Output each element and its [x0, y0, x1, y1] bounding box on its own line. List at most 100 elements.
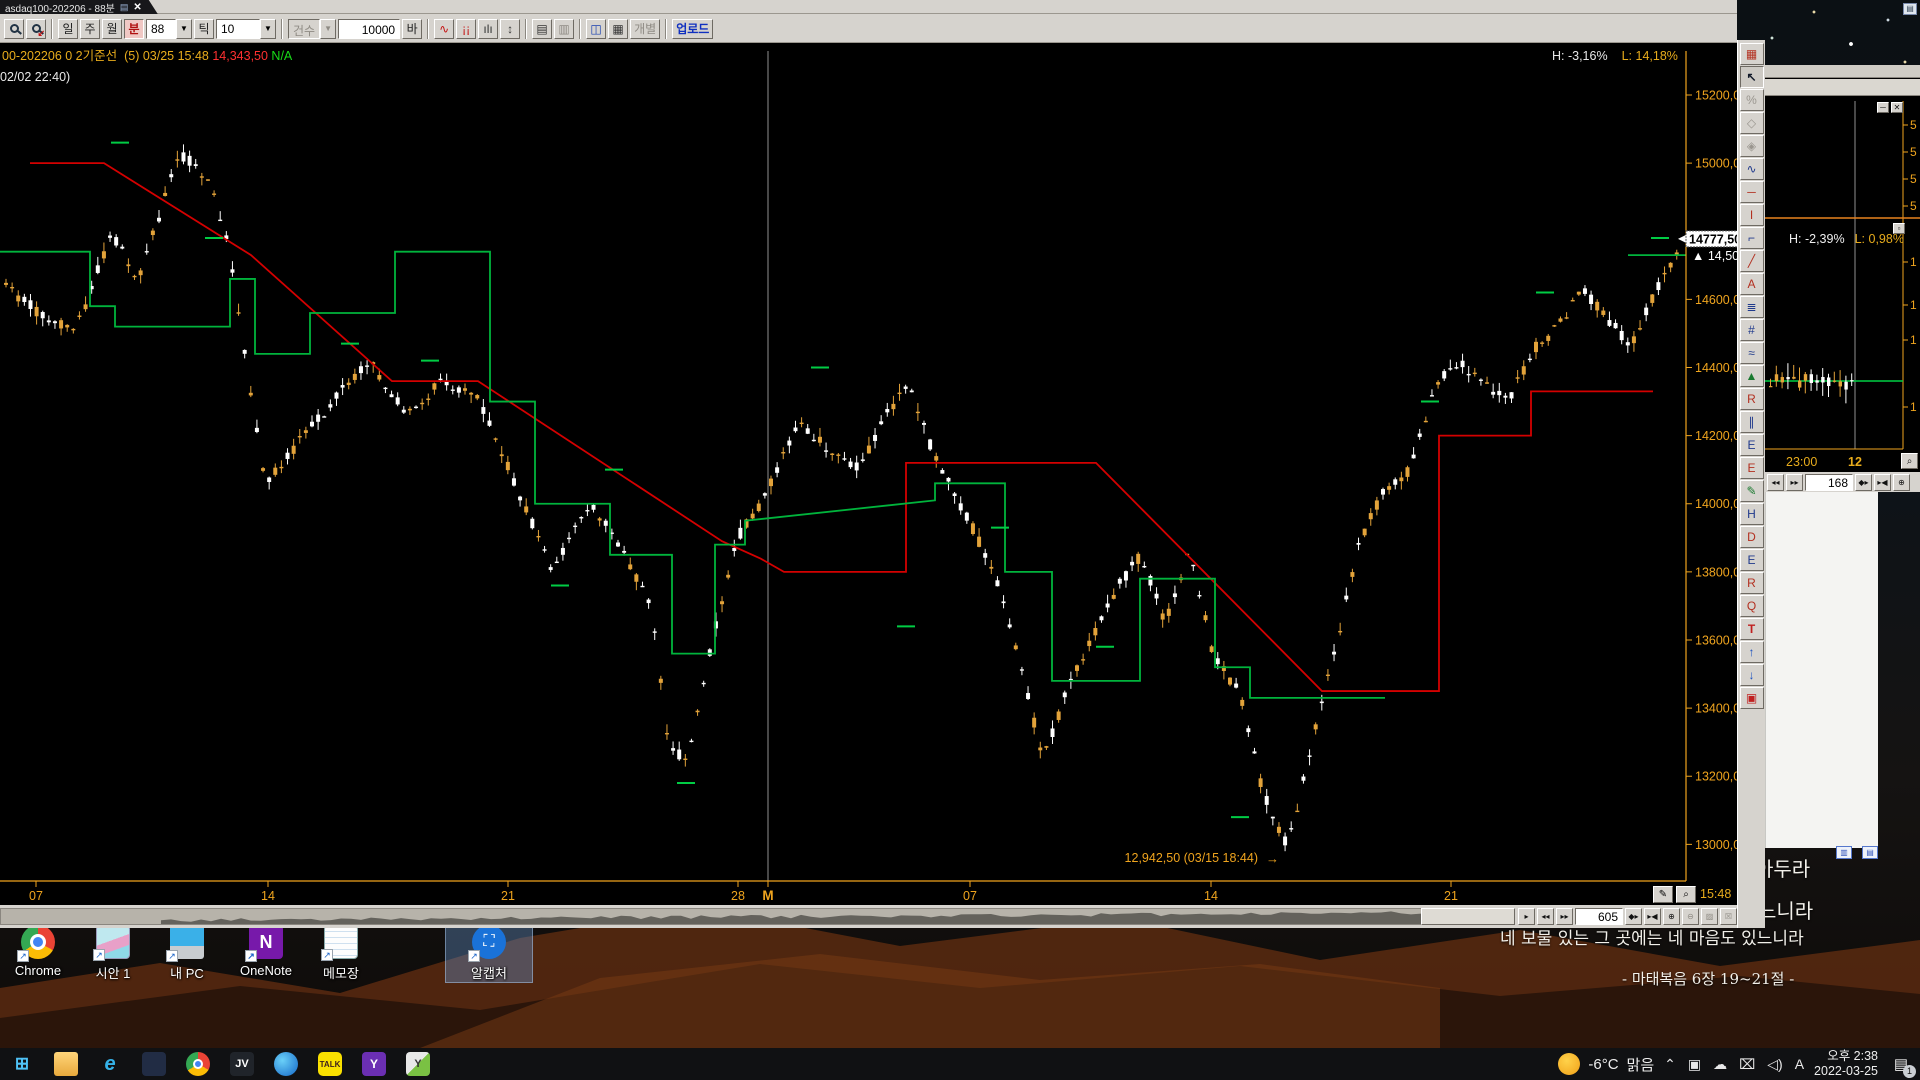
corner-panel-icon[interactable]: ▤ [1903, 3, 1917, 15]
desktop-icon-notepad[interactable]: ↗메모장 [298, 922, 384, 982]
period-value-combo[interactable]: 88 ▼ [146, 19, 192, 39]
mini-close-icon[interactable]: ✕ [1891, 102, 1903, 113]
grid-view-icon[interactable]: ▦ [608, 19, 628, 39]
period-day-button[interactable]: 일 [58, 19, 78, 39]
chrome-icon[interactable] [176, 1048, 220, 1080]
new-page-icon[interactable]: ▤ [532, 19, 552, 39]
arrow-up-icon[interactable]: ↑ [1740, 641, 1764, 663]
tray-chevron-icon[interactable]: ⌃ [1664, 1056, 1676, 1073]
taskbar-clock[interactable]: 오후 2:38 2022-03-25 [1814, 1049, 1878, 1079]
signal-chart-icon[interactable]: ¡¡ [456, 19, 476, 39]
scrollbar-thumb[interactable] [1421, 908, 1515, 925]
bar-count-icon[interactable]: # [1740, 319, 1764, 341]
cursor-icon[interactable]: ↖ [1740, 66, 1764, 88]
tab-close-icon[interactable]: ✕ [133, 2, 141, 13]
desktop-icon-onenote[interactable]: N↗OneNote [223, 922, 309, 978]
parallel-lines-icon[interactable]: ≣ [1740, 296, 1764, 318]
compare-candles-icon[interactable]: ▦ [1740, 43, 1764, 65]
candle-d-tool-icon[interactable]: D [1740, 526, 1764, 548]
chart-canvas[interactable]: 15200,0015000,0014600,0014400,0014200,00… [0, 43, 1737, 905]
tick-value-combo[interactable]: 10 ▼ [216, 19, 276, 39]
mini-minimize-icon[interactable]: ─ [1877, 102, 1889, 113]
mini-zoom-button[interactable]: ⌕ [1901, 453, 1918, 469]
mini-chart-canvas[interactable]: 55551111 ─ ✕ ▫ H: -2,39%L: 0,98% [1765, 97, 1920, 452]
compare-chart-icon[interactable]: ◫ [586, 19, 606, 39]
chevron-down-icon[interactable]: ▼ [176, 19, 192, 39]
tray-capture-icon[interactable]: ▣ [1688, 1056, 1701, 1073]
channel-tool-icon[interactable]: ∥ [1740, 411, 1764, 433]
panel-mini-icon-2[interactable]: ▤ [1862, 846, 1878, 859]
bar-button[interactable]: 바 [402, 19, 422, 39]
panel-mini-icon-1[interactable]: ▥ [1836, 846, 1852, 859]
period-month-button[interactable]: 월 [102, 19, 122, 39]
line-style-icon[interactable]: ∿ [434, 19, 454, 39]
period-week-button[interactable]: 주 [80, 19, 100, 39]
arrow-down-icon[interactable]: ↓ [1740, 664, 1764, 686]
text-label-icon[interactable]: A [1740, 273, 1764, 295]
nav-button-0[interactable]: ▸ [1518, 908, 1535, 925]
nav-button-1[interactable]: ▸▸ [1786, 474, 1803, 491]
elliott2-tool-icon[interactable]: E [1740, 457, 1764, 479]
edit-pencil-button[interactable]: ✎ [1653, 886, 1673, 903]
weather-widget[interactable]: -6°C 맑음 [1558, 1053, 1654, 1075]
mini-panel-titlebar[interactable] [1765, 65, 1920, 78]
horizontal-line-icon[interactable]: ─ [1740, 181, 1764, 203]
fibo-tool-icon[interactable]: R [1740, 388, 1764, 410]
nav-zoom-button-1[interactable]: ▸◀ [1874, 474, 1891, 491]
zoom-reset-button[interactable]: ↙ [26, 19, 46, 39]
brush-tool-icon[interactable]: ✎ [1740, 480, 1764, 502]
upload-button[interactable]: 업로드 [672, 19, 713, 39]
main-chart-svg[interactable]: 15200,0015000,0014600,0014400,0014200,00… [0, 43, 1737, 905]
candle-h-tool-icon[interactable]: H [1740, 503, 1764, 525]
elliott1-tool-icon[interactable]: E [1740, 434, 1764, 456]
nav-button-1[interactable]: ◂◂ [1537, 908, 1554, 925]
candle-e-tool-icon[interactable]: E [1740, 549, 1764, 571]
chart-minimap-scrollbar[interactable] [0, 908, 1512, 925]
nav-zoom-button-0[interactable]: ◆▸ [1855, 474, 1872, 491]
yz-app-icon[interactable]: Y [396, 1048, 440, 1080]
jv-app-icon[interactable]: JV [220, 1048, 264, 1080]
visible-bars-count[interactable] [1575, 908, 1623, 925]
chevron-down-icon[interactable]: ▼ [260, 19, 276, 39]
period-minute-button[interactable]: 분 [124, 19, 144, 39]
bar-chart-icon[interactable]: ılı [478, 19, 498, 39]
chart-tab[interactable]: asdaq100-202206 - 88분 ▤ ✕ [0, 0, 158, 14]
tray-ime-icon[interactable]: A [1795, 1056, 1804, 1072]
tray-cloud-icon[interactable]: ☁ [1713, 1056, 1727, 1073]
amount-input[interactable] [338, 19, 400, 39]
tick-button[interactable]: 틱 [194, 19, 214, 39]
dark-app-icon[interactable] [132, 1048, 176, 1080]
candle-r-tool-icon[interactable]: R [1740, 572, 1764, 594]
desktop-icon-alcapture[interactable]: ⛶↗알캡처 [446, 922, 532, 982]
pattern-tool-icon[interactable]: ▲ [1740, 365, 1764, 387]
desktop-icon-pc[interactable]: ↗내 PC [144, 922, 230, 982]
kakaotalk-icon[interactable]: TALK [308, 1048, 352, 1080]
nav-button-2[interactable]: ▸▸ [1556, 908, 1573, 925]
step-line-icon[interactable]: ⌐ [1740, 227, 1764, 249]
nav-zoom-button-2[interactable]: ⊕ [1893, 474, 1910, 491]
chart-zoom-button[interactable]: ⌕ [1676, 886, 1696, 903]
nav-zoom-button-1[interactable]: ▸◀ [1644, 908, 1661, 925]
text-tool-icon[interactable]: T [1740, 618, 1764, 640]
zoom-in-button[interactable] [4, 19, 24, 39]
notification-center-icon[interactable]: ▤ 1 [1888, 1051, 1914, 1077]
wave-tool-icon[interactable]: ≈ [1740, 342, 1764, 364]
trend-line-icon[interactable]: ╱ [1740, 250, 1764, 272]
desktop-icon-chrome[interactable]: ↗Chrome [0, 922, 81, 978]
blue-app-icon[interactable] [264, 1048, 308, 1080]
vertical-line-icon[interactable]: I [1740, 204, 1764, 226]
nav-zoom-button-0[interactable]: ◆▸ [1625, 908, 1642, 925]
ie-icon[interactable]: e [88, 1048, 132, 1080]
nav-button-0[interactable]: ◂◂ [1767, 474, 1784, 491]
nav-zoom-button-2[interactable]: ⊕ [1663, 908, 1680, 925]
updown-arrows-icon[interactable]: ↕ [500, 19, 520, 39]
start-button[interactable]: ⊞ [0, 1048, 44, 1080]
tray-network-icon[interactable]: ⌧ [1739, 1056, 1755, 1073]
mini-bars-count[interactable] [1805, 474, 1853, 491]
quote-tool-icon[interactable]: Q [1740, 595, 1764, 617]
mini-chart-svg[interactable]: 55551111 [1765, 97, 1920, 452]
stop-square-icon[interactable]: ▣ [1740, 687, 1764, 709]
tray-volume-icon[interactable]: ◁) [1767, 1056, 1782, 1073]
indicator-window-icon[interactable]: ∿ [1740, 158, 1764, 180]
explorer-icon[interactable] [44, 1048, 88, 1080]
